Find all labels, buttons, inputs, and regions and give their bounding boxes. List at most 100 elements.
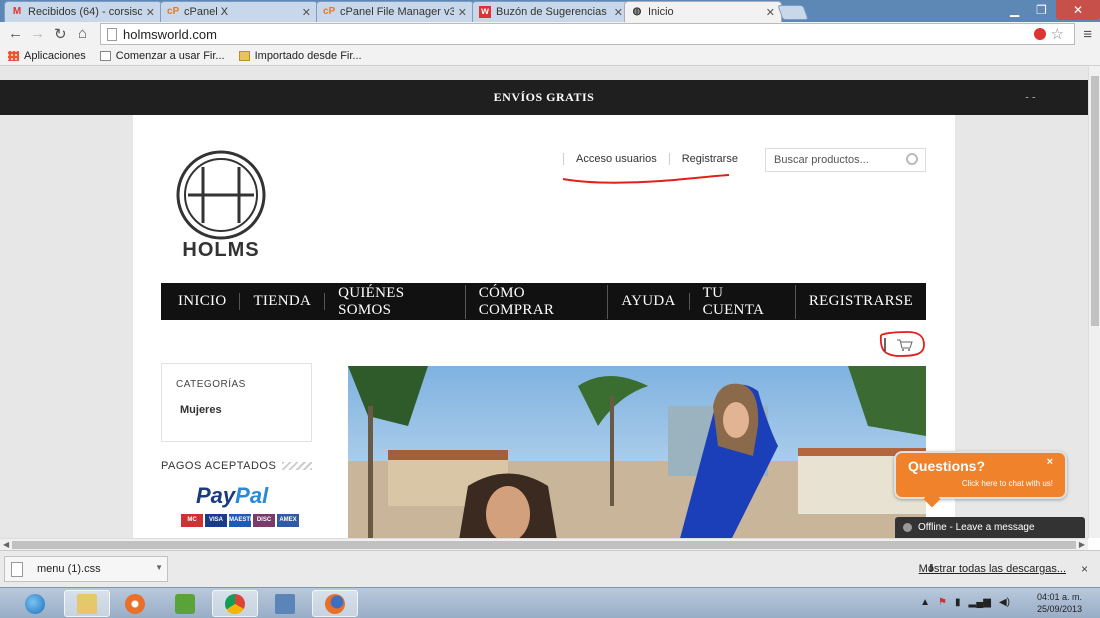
bookmark-apps[interactable]: Aplicaciones: [8, 50, 86, 62]
cpanel-icon: cP: [323, 6, 336, 17]
clock-date: 25/09/2013: [1036, 604, 1082, 614]
nav-item-quienes-somos[interactable]: QUIÉNES SOMOS: [325, 284, 466, 319]
tab-close-icon[interactable]: ✕: [614, 6, 623, 19]
login-link[interactable]: Acceso usuarios: [563, 153, 669, 165]
site-container: HOLMS Acceso usuarios Registrarse Buscar…: [133, 115, 955, 538]
globe-icon: ◍: [632, 6, 642, 17]
tray-signal-icon[interactable]: ▂▄▆: [969, 597, 991, 608]
search-icon[interactable]: [906, 153, 918, 165]
amex-icon: AMEX: [277, 514, 299, 527]
tab-file-manager[interactable]: cP cPanel File Manager v3 ✕: [316, 1, 474, 22]
maestro-icon: MAESTRO: [229, 514, 259, 527]
nav-item-inicio[interactable]: INICIO: [165, 293, 241, 310]
remote-desktop-icon[interactable]: [262, 590, 308, 617]
cart-icon[interactable]: [878, 329, 926, 359]
folder-icon: [238, 50, 250, 61]
chat-subtitle: Click here to chat with us!: [961, 479, 1053, 488]
vertical-scroll-thumb[interactable]: [1091, 76, 1099, 326]
vertical-scrollbar[interactable]: [1088, 66, 1100, 538]
tab-close-icon[interactable]: ✕: [302, 6, 311, 19]
chat-close-icon[interactable]: ×: [1047, 456, 1053, 468]
chat-status-bar[interactable]: Offline - Leave a message: [895, 517, 1085, 538]
show-all-downloads-link[interactable]: Mostrar todas las descargas...: [919, 563, 1066, 575]
explorer-icon[interactable]: [64, 590, 110, 617]
tab-close-icon[interactable]: ✕: [766, 6, 775, 19]
tab-close-icon[interactable]: ✕: [146, 6, 155, 19]
tab-close-icon[interactable]: ✕: [458, 6, 467, 19]
tab-inicio[interactable]: ◍ Inicio ✕: [624, 1, 782, 22]
firefox-icon[interactable]: [312, 590, 358, 617]
clock-time: 04:01 a. m.: [1036, 592, 1082, 602]
file-icon: [11, 561, 23, 577]
download-item[interactable]: menu (1).css ▼: [4, 556, 168, 582]
bookmark-star-icon[interactable]: ☆: [1051, 25, 1064, 43]
card-logos: MC VISA MAESTRO DISC AMEX: [181, 514, 299, 527]
horizontal-scroll-thumb[interactable]: [12, 541, 1076, 549]
download-bar-close-icon[interactable]: ×: [1081, 562, 1088, 576]
browser-tab-strip: M Recibidos (64) - corsiscom ✕ cP cPanel…: [0, 0, 1100, 22]
chat-invite-bubble[interactable]: Questions? Click here to chat with us! ×: [894, 451, 1067, 508]
bookmark-firefox-start[interactable]: Comenzar a usar Fir...: [99, 50, 225, 62]
search-input[interactable]: Buscar productos...: [765, 148, 926, 172]
tray-expand-icon[interactable]: ▲: [920, 597, 930, 608]
nav-item-como-comprar[interactable]: CÓMO COMPRAR: [466, 284, 609, 319]
home-icon[interactable]: ⌂: [78, 25, 87, 42]
paypal-logo-pal: Pal: [235, 483, 269, 508]
wufoo-icon: w: [479, 6, 491, 18]
tab-label: Recibidos (64) - corsiscom: [28, 6, 142, 18]
tray-volume-icon[interactable]: ◀): [999, 597, 1010, 608]
url-input[interactable]: holmsworld.com: [100, 23, 1075, 45]
minimize-icon[interactable]: ▁: [1010, 0, 1019, 20]
main-nav: INICIO TIENDA QUIÉNES SOMOS CÓMO COMPRAR…: [161, 283, 926, 320]
cpanel-icon: cP: [167, 6, 180, 17]
chevron-down-icon[interactable]: ▼: [155, 563, 163, 572]
nav-item-registrarse[interactable]: REGISTRARSE: [796, 293, 926, 310]
nav-item-tu-cuenta[interactable]: TU CUENTA: [690, 284, 796, 319]
promo-right-text: - -: [1025, 92, 1036, 103]
extension-icon[interactable]: [1034, 28, 1046, 40]
tab-label: Buzón de Sugerencias - Fo: [496, 6, 610, 18]
scroll-left-icon[interactable]: ◀: [3, 540, 9, 549]
back-icon[interactable]: ←: [8, 25, 23, 42]
promo-text: ENVÍOS GRATIS: [493, 90, 595, 104]
window-close-icon[interactable]: ✕: [1056, 0, 1100, 20]
tray-battery-icon[interactable]: ▮: [955, 597, 961, 608]
bookmark-label: Aplicaciones: [24, 49, 86, 62]
title-stripes: [282, 462, 312, 470]
tab-wufoo[interactable]: w Buzón de Sugerencias - Fo ✕: [472, 1, 630, 22]
nav-item-tienda[interactable]: TIENDA: [240, 293, 326, 310]
chat-status-text: Offline - Leave a message: [918, 522, 1035, 533]
horizontal-scrollbar[interactable]: ◀ ▶: [0, 538, 1088, 550]
bookmark-imported-folder[interactable]: Importado desde Fir...: [238, 49, 362, 62]
app-orange-icon[interactable]: [112, 590, 158, 617]
chat-question: Questions?: [908, 458, 986, 474]
chrome-icon[interactable]: [212, 590, 258, 617]
download-filename: menu (1).css: [37, 563, 101, 575]
taskbar-clock[interactable]: 04:01 a. m. 25/09/2013: [1037, 591, 1082, 615]
paypal-logo: PayPal: [196, 483, 268, 509]
category-mujeres[interactable]: Mujeres: [180, 404, 297, 416]
apps-icon: [8, 50, 19, 61]
user-links: Acceso usuarios Registrarse: [563, 153, 750, 165]
new-tab-button[interactable]: [777, 5, 809, 20]
reload-icon[interactable]: ↻: [54, 25, 67, 43]
page-icon: [99, 50, 111, 61]
restore-icon[interactable]: ❐: [1036, 0, 1047, 20]
bookmark-label: Importado desde Fir...: [254, 49, 362, 62]
tab-gmail[interactable]: M Recibidos (64) - corsiscom ✕: [4, 1, 162, 22]
scroll-right-icon[interactable]: ▶: [1079, 540, 1085, 549]
forward-icon[interactable]: →: [30, 25, 45, 42]
ie-icon[interactable]: [12, 590, 58, 617]
menu-icon[interactable]: ≡: [1083, 26, 1092, 43]
windows-taskbar: ▲ ⚑ ▮ ▂▄▆ ◀) 04:01 a. m. 25/09/2013: [0, 587, 1100, 618]
tab-cpanel[interactable]: cP cPanel X ✕: [160, 1, 318, 22]
address-bar: ← → ↻ ⌂ holmsworld.com ☆ ≡: [0, 22, 1100, 46]
register-link[interactable]: Registrarse: [668, 153, 750, 165]
nav-item-ayuda[interactable]: AYUDA: [608, 293, 690, 310]
hero-banner-image[interactable]: [348, 366, 926, 538]
webmatrix-icon[interactable]: [162, 590, 208, 617]
payments-title: PAGOS ACEPTADOS: [161, 460, 312, 472]
categories-box: CATEGORÍAS Mujeres: [161, 363, 312, 442]
holms-logo[interactable]: HOLMS: [175, 149, 267, 264]
tray-flag-icon[interactable]: ⚑: [938, 597, 947, 608]
